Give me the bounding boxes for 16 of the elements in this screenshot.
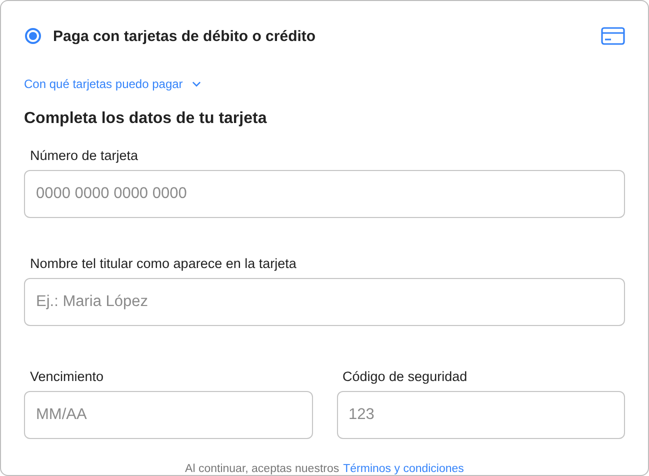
option-label: Paga con tarjetas de débito o crédito xyxy=(53,28,317,44)
radio-button[interactable] xyxy=(25,28,41,44)
terms-link[interactable]: Términos y condiciones xyxy=(343,463,464,475)
footer-text: Al continuar, aceptas nuestros xyxy=(185,463,340,475)
field-label: Vencimiento xyxy=(29,369,104,384)
link[interactable]: Con qué tarjetas puedo pagar xyxy=(24,77,201,91)
field-label: Nombre tel titular como aparece en la tarjeta xyxy=(29,256,296,270)
section-title: Completa los datos de tu tarjeta xyxy=(24,110,268,128)
credit-card-icon xyxy=(601,27,625,45)
input-field[interactable]: Ej.: Maria López xyxy=(24,278,625,326)
input-field[interactable]: MM/AA xyxy=(24,391,312,439)
input-field[interactable]: 0000 0000 0000 0000 xyxy=(24,170,625,218)
field-label: Número de tarjeta xyxy=(29,148,138,163)
input-field[interactable]: 123 xyxy=(336,391,625,439)
field-label: Código de seguridad xyxy=(342,369,468,384)
chevron-icon xyxy=(192,81,201,87)
